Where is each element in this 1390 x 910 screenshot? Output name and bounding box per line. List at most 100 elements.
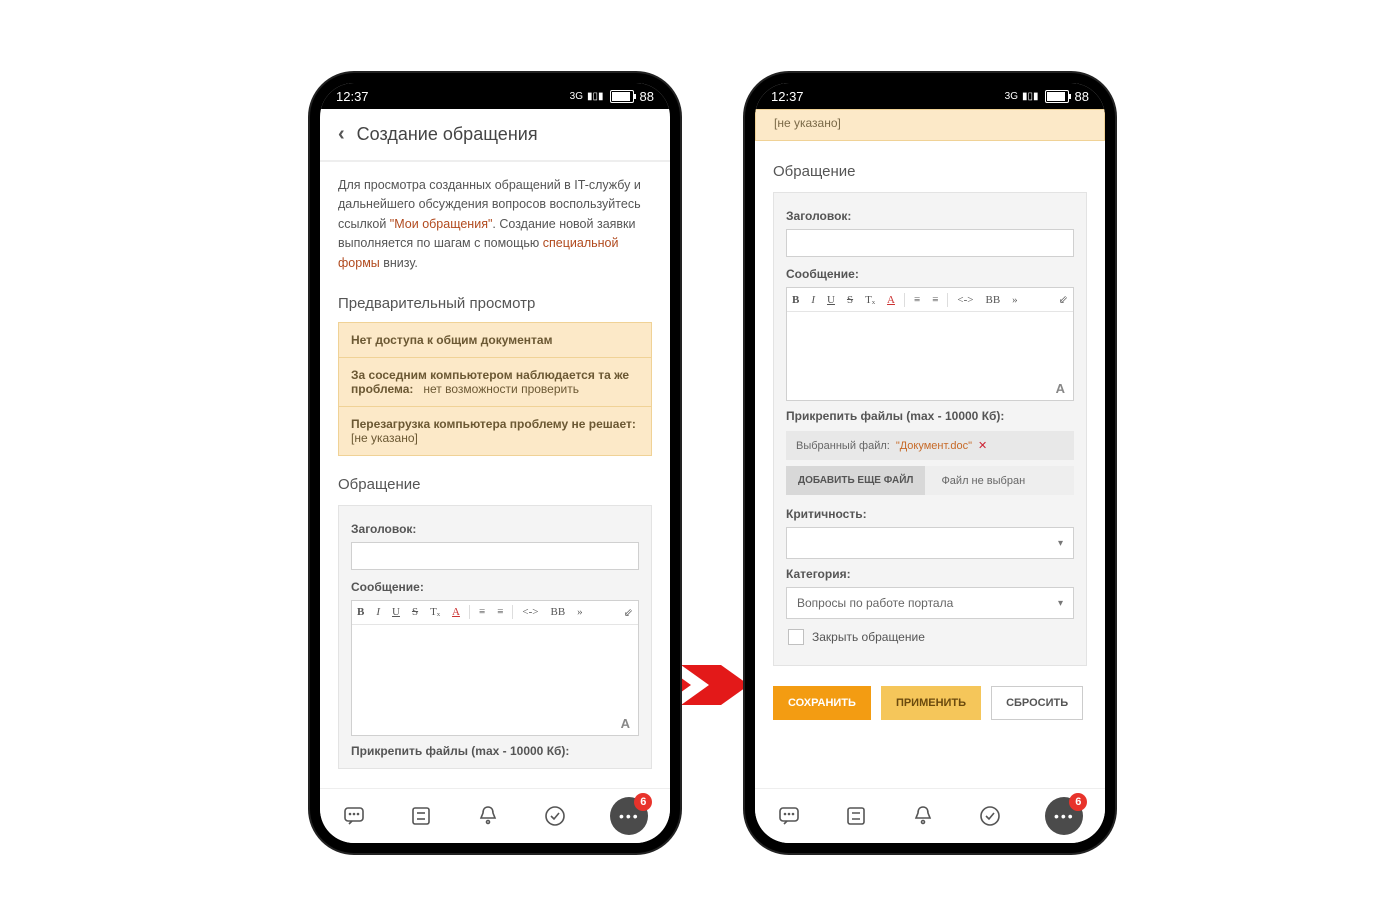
editor-toolbar: B I U S Tₓ A ≡ ≡ <-> BB » ⇙ [787, 288, 1073, 312]
underline-icon[interactable]: U [389, 605, 403, 619]
label-title: Заголовок: [786, 209, 1074, 223]
label-attach: Прикрепить файлы (max - 10000 Кб): [786, 409, 1074, 423]
more-tools-icon[interactable]: » [1009, 293, 1021, 307]
input-title[interactable] [351, 542, 639, 570]
italic-icon[interactable]: I [373, 605, 383, 619]
add-file-button[interactable]: ДОБАВИТЬ ЕЩЕ ФАЙЛ [786, 466, 925, 495]
label-message: Сообщение: [786, 267, 1074, 281]
status-time: 12:37 [771, 89, 804, 104]
dots-icon: ••• [619, 808, 640, 824]
text-color-icon[interactable]: A [449, 605, 463, 619]
list-icon[interactable] [844, 804, 868, 828]
preview-tail: [не указано] [755, 109, 1105, 141]
selected-file-row: Выбранный файл: "Документ.doc" ✕ [786, 431, 1074, 460]
list-icon[interactable] [409, 804, 433, 828]
strike-icon[interactable]: S [844, 293, 856, 307]
chat-icon[interactable] [777, 804, 801, 828]
page-title: Создание обращения [357, 124, 538, 145]
clear-format-icon[interactable]: Tₓ [862, 293, 878, 307]
italic-icon[interactable]: I [808, 293, 818, 307]
remove-file-icon[interactable]: ✕ [978, 439, 987, 452]
pin-icon[interactable]: ⇙ [621, 605, 636, 620]
underline-icon[interactable]: U [824, 293, 838, 307]
signal-icon: 3G [1005, 91, 1018, 102]
unordered-list-icon[interactable]: ≡ [494, 605, 506, 619]
unordered-list-icon[interactable]: ≡ [929, 293, 941, 307]
bell-icon[interactable] [476, 804, 500, 828]
battery-level: 88 [640, 89, 654, 104]
bell-icon[interactable] [911, 804, 935, 828]
apply-button[interactable]: ПРИМЕНИТЬ [881, 686, 981, 720]
back-icon[interactable]: ‹ [338, 123, 345, 146]
more-tools-icon[interactable]: » [574, 605, 586, 619]
ordered-list-icon[interactable]: ≡ [476, 605, 488, 619]
category-value: Вопросы по работе портала [797, 596, 953, 610]
bbcode-icon[interactable]: BB [547, 605, 568, 619]
select-category[interactable]: Вопросы по работе портала ▾ [786, 587, 1074, 619]
label-attach-cut: Прикрепить файлы (max - 10000 Кб): [351, 744, 639, 758]
dots-icon: ••• [1054, 808, 1075, 824]
preview-a2: [не указано] [351, 431, 418, 445]
close-request-label: Закрыть обращение [812, 630, 925, 644]
checkbox-icon[interactable] [788, 629, 804, 645]
label-category: Категория: [786, 567, 1074, 581]
editor-body[interactable]: A [352, 625, 638, 735]
bottom-nav: ••• 6 [755, 788, 1105, 843]
reset-button[interactable]: СБРОСИТЬ [991, 686, 1083, 720]
chevron-down-icon: ▾ [1058, 598, 1063, 609]
form-area: Заголовок: Сообщение: B I U S Tₓ A ≡ ≡ [773, 192, 1087, 666]
preview-heading: Предварительный просмотр [320, 287, 670, 316]
intro-post: внизу. [380, 256, 418, 270]
message-editor: B I U S Tₓ A ≡ ≡ <-> BB » ⇙ [786, 287, 1074, 401]
preview-a1: нет возможности проверить [423, 382, 579, 396]
save-button[interactable]: СОХРАНИТЬ [773, 686, 871, 720]
chat-icon[interactable] [342, 804, 366, 828]
bold-icon[interactable]: B [354, 605, 367, 619]
action-buttons: СОХРАНИТЬ ПРИМЕНИТЬ СБРОСИТЬ [755, 674, 1105, 732]
more-button[interactable]: ••• 6 [610, 797, 648, 835]
code-icon[interactable]: <-> [954, 293, 976, 307]
more-button[interactable]: ••• 6 [1045, 797, 1083, 835]
label-message: Сообщение: [351, 580, 639, 594]
status-bar: 12:37 3G ▮▯▮ 88 [320, 83, 670, 109]
ordered-list-icon[interactable]: ≡ [911, 293, 923, 307]
chevron-down-icon: ▾ [1058, 538, 1063, 549]
battery-icon [610, 90, 634, 103]
bold-icon[interactable]: B [789, 293, 802, 307]
pin-icon[interactable]: ⇙ [1056, 292, 1071, 307]
header-bar: ‹ Создание обращения [320, 109, 670, 162]
bottom-nav: ••• 6 [320, 788, 670, 843]
preview-title: Нет доступа к общим документам [351, 333, 552, 347]
form-heading: Обращение [755, 155, 1105, 184]
phone-right: 12:37 3G ▮▯▮ 88 [не указано] Обращение З… [745, 73, 1115, 853]
input-title[interactable] [786, 229, 1074, 257]
code-icon[interactable]: <-> [519, 605, 541, 619]
resize-icon[interactable]: A [1056, 381, 1065, 396]
select-criticality[interactable]: ▾ [786, 527, 1074, 559]
editor-body[interactable]: A [787, 312, 1073, 400]
battery-level: 88 [1075, 89, 1089, 104]
label-criticality: Критичность: [786, 507, 1074, 521]
text-color-icon[interactable]: A [884, 293, 898, 307]
strike-icon[interactable]: S [409, 605, 421, 619]
label-title: Заголовок: [351, 522, 639, 536]
editor-toolbar: B I U S Tₓ A ≡ ≡ <-> BB » ⇙ [352, 601, 638, 625]
selected-file-name: "Документ.doc" [896, 440, 972, 452]
preview-q2: Перезагрузка компьютера проблему не реша… [351, 417, 636, 431]
form-heading: Обращение [320, 468, 670, 497]
check-icon[interactable] [543, 804, 567, 828]
intro-text: Для просмотра созданных обращений в IT-с… [320, 162, 670, 287]
close-request-row[interactable]: Закрыть обращение [788, 629, 1072, 645]
link-my-requests[interactable]: "Мои обращения" [390, 217, 493, 231]
check-icon[interactable] [978, 804, 1002, 828]
preview-box: Нет доступа к общим документам За соседн… [338, 322, 652, 456]
message-editor: B I U S Tₓ A ≡ ≡ <-> BB » ⇙ [351, 600, 639, 736]
phone-left: 12:37 3G ▮▯▮ 88 ‹ Создание обращения Для… [310, 73, 680, 853]
bars-icon: ▮▯▮ [587, 91, 604, 102]
resize-icon[interactable]: A [621, 716, 630, 731]
bbcode-icon[interactable]: BB [982, 293, 1003, 307]
status-bar: 12:37 3G ▮▯▮ 88 [755, 83, 1105, 109]
status-time: 12:37 [336, 89, 369, 104]
clear-format-icon[interactable]: Tₓ [427, 605, 443, 619]
notification-badge: 6 [1069, 793, 1087, 811]
